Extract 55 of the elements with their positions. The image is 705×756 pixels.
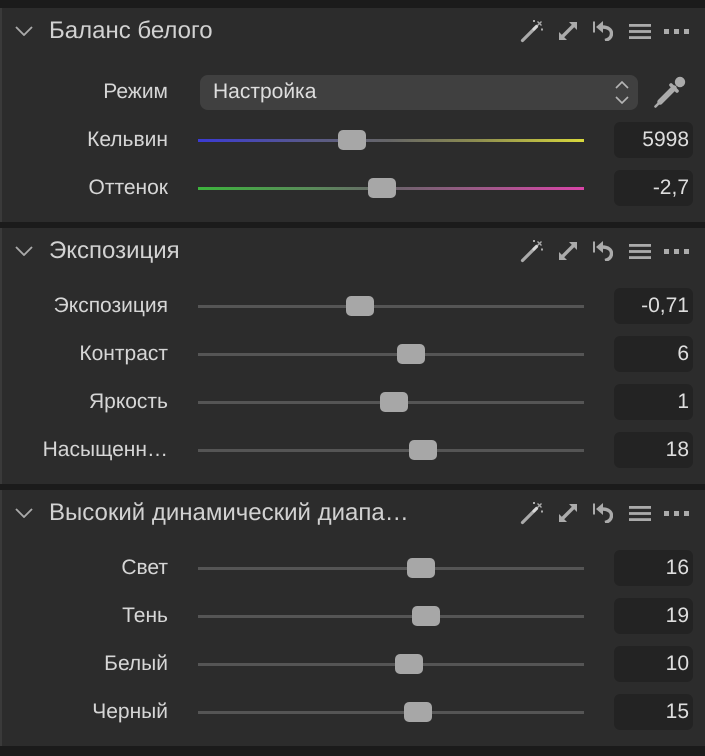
eyedropper-icon[interactable] — [654, 76, 686, 108]
slider-thumb[interactable] — [404, 702, 432, 722]
value-field[interactable]: 18 — [614, 432, 693, 468]
setting-label: Кельвин — [86, 128, 168, 152]
slider-thumb[interactable] — [412, 606, 440, 626]
slider-thumb[interactable] — [368, 178, 396, 198]
value-field[interactable]: 6 — [614, 336, 693, 372]
setting-label: Черный — [91, 700, 168, 724]
value-field[interactable]: 10 — [614, 646, 693, 682]
up-down-chevron-icon — [615, 80, 629, 104]
slider-thumb[interactable] — [407, 558, 436, 578]
reset-icon[interactable] — [593, 21, 613, 41]
menu-icon[interactable] — [629, 24, 651, 38]
chevron-down-icon[interactable] — [15, 246, 33, 256]
more-icon[interactable] — [664, 510, 689, 516]
panel-title: Высокий динамический диапа… — [49, 499, 410, 527]
value-field[interactable]: -0,71 — [614, 288, 693, 324]
more-icon[interactable] — [664, 248, 689, 254]
chevron-down-icon[interactable] — [15, 508, 33, 518]
magic-wand-icon[interactable] — [520, 502, 543, 524]
value-field[interactable]: 19 — [614, 598, 693, 634]
setting-label: Режим — [102, 80, 168, 104]
setting-label: Тень — [121, 604, 168, 628]
setting-label: Белый — [103, 652, 168, 676]
setting-label: Яркость — [88, 390, 168, 414]
setting-label: Контраст — [78, 342, 168, 366]
reset-icon[interactable] — [593, 503, 613, 523]
value-field[interactable]: 5998 — [614, 122, 693, 158]
slider-thumb[interactable] — [409, 440, 438, 460]
mode-select[interactable]: Настройка — [200, 74, 638, 110]
setting-label: Оттенок — [88, 176, 168, 200]
slider-thumb[interactable] — [338, 130, 366, 150]
menu-icon[interactable] — [629, 244, 651, 258]
menu-icon[interactable] — [629, 506, 651, 520]
expand-icon[interactable] — [559, 22, 577, 40]
setting-label: Свет — [120, 556, 168, 580]
slider-thumb[interactable] — [395, 654, 424, 674]
expand-icon[interactable] — [559, 242, 577, 260]
value-field[interactable]: 16 — [614, 550, 693, 586]
magic-wand-icon[interactable] — [520, 20, 543, 42]
slider-thumb[interactable] — [397, 344, 426, 364]
panel-title: Экспозиция — [49, 237, 181, 265]
more-icon[interactable] — [664, 28, 689, 34]
setting-label: Экспозиция — [52, 294, 168, 318]
setting-label: Насыщенн… — [42, 438, 168, 462]
value-field[interactable]: 1 — [614, 384, 693, 420]
value-field[interactable]: 15 — [614, 694, 693, 730]
panel-title: Баланс белого — [49, 17, 214, 45]
value-field[interactable]: -2,7 — [614, 170, 693, 206]
magic-wand-icon[interactable] — [520, 240, 543, 262]
expand-icon[interactable] — [559, 504, 577, 522]
reset-icon[interactable] — [593, 241, 613, 261]
slider-thumb[interactable] — [380, 392, 408, 412]
chevron-down-icon[interactable] — [15, 26, 33, 36]
slider-thumb[interactable] — [346, 296, 374, 316]
